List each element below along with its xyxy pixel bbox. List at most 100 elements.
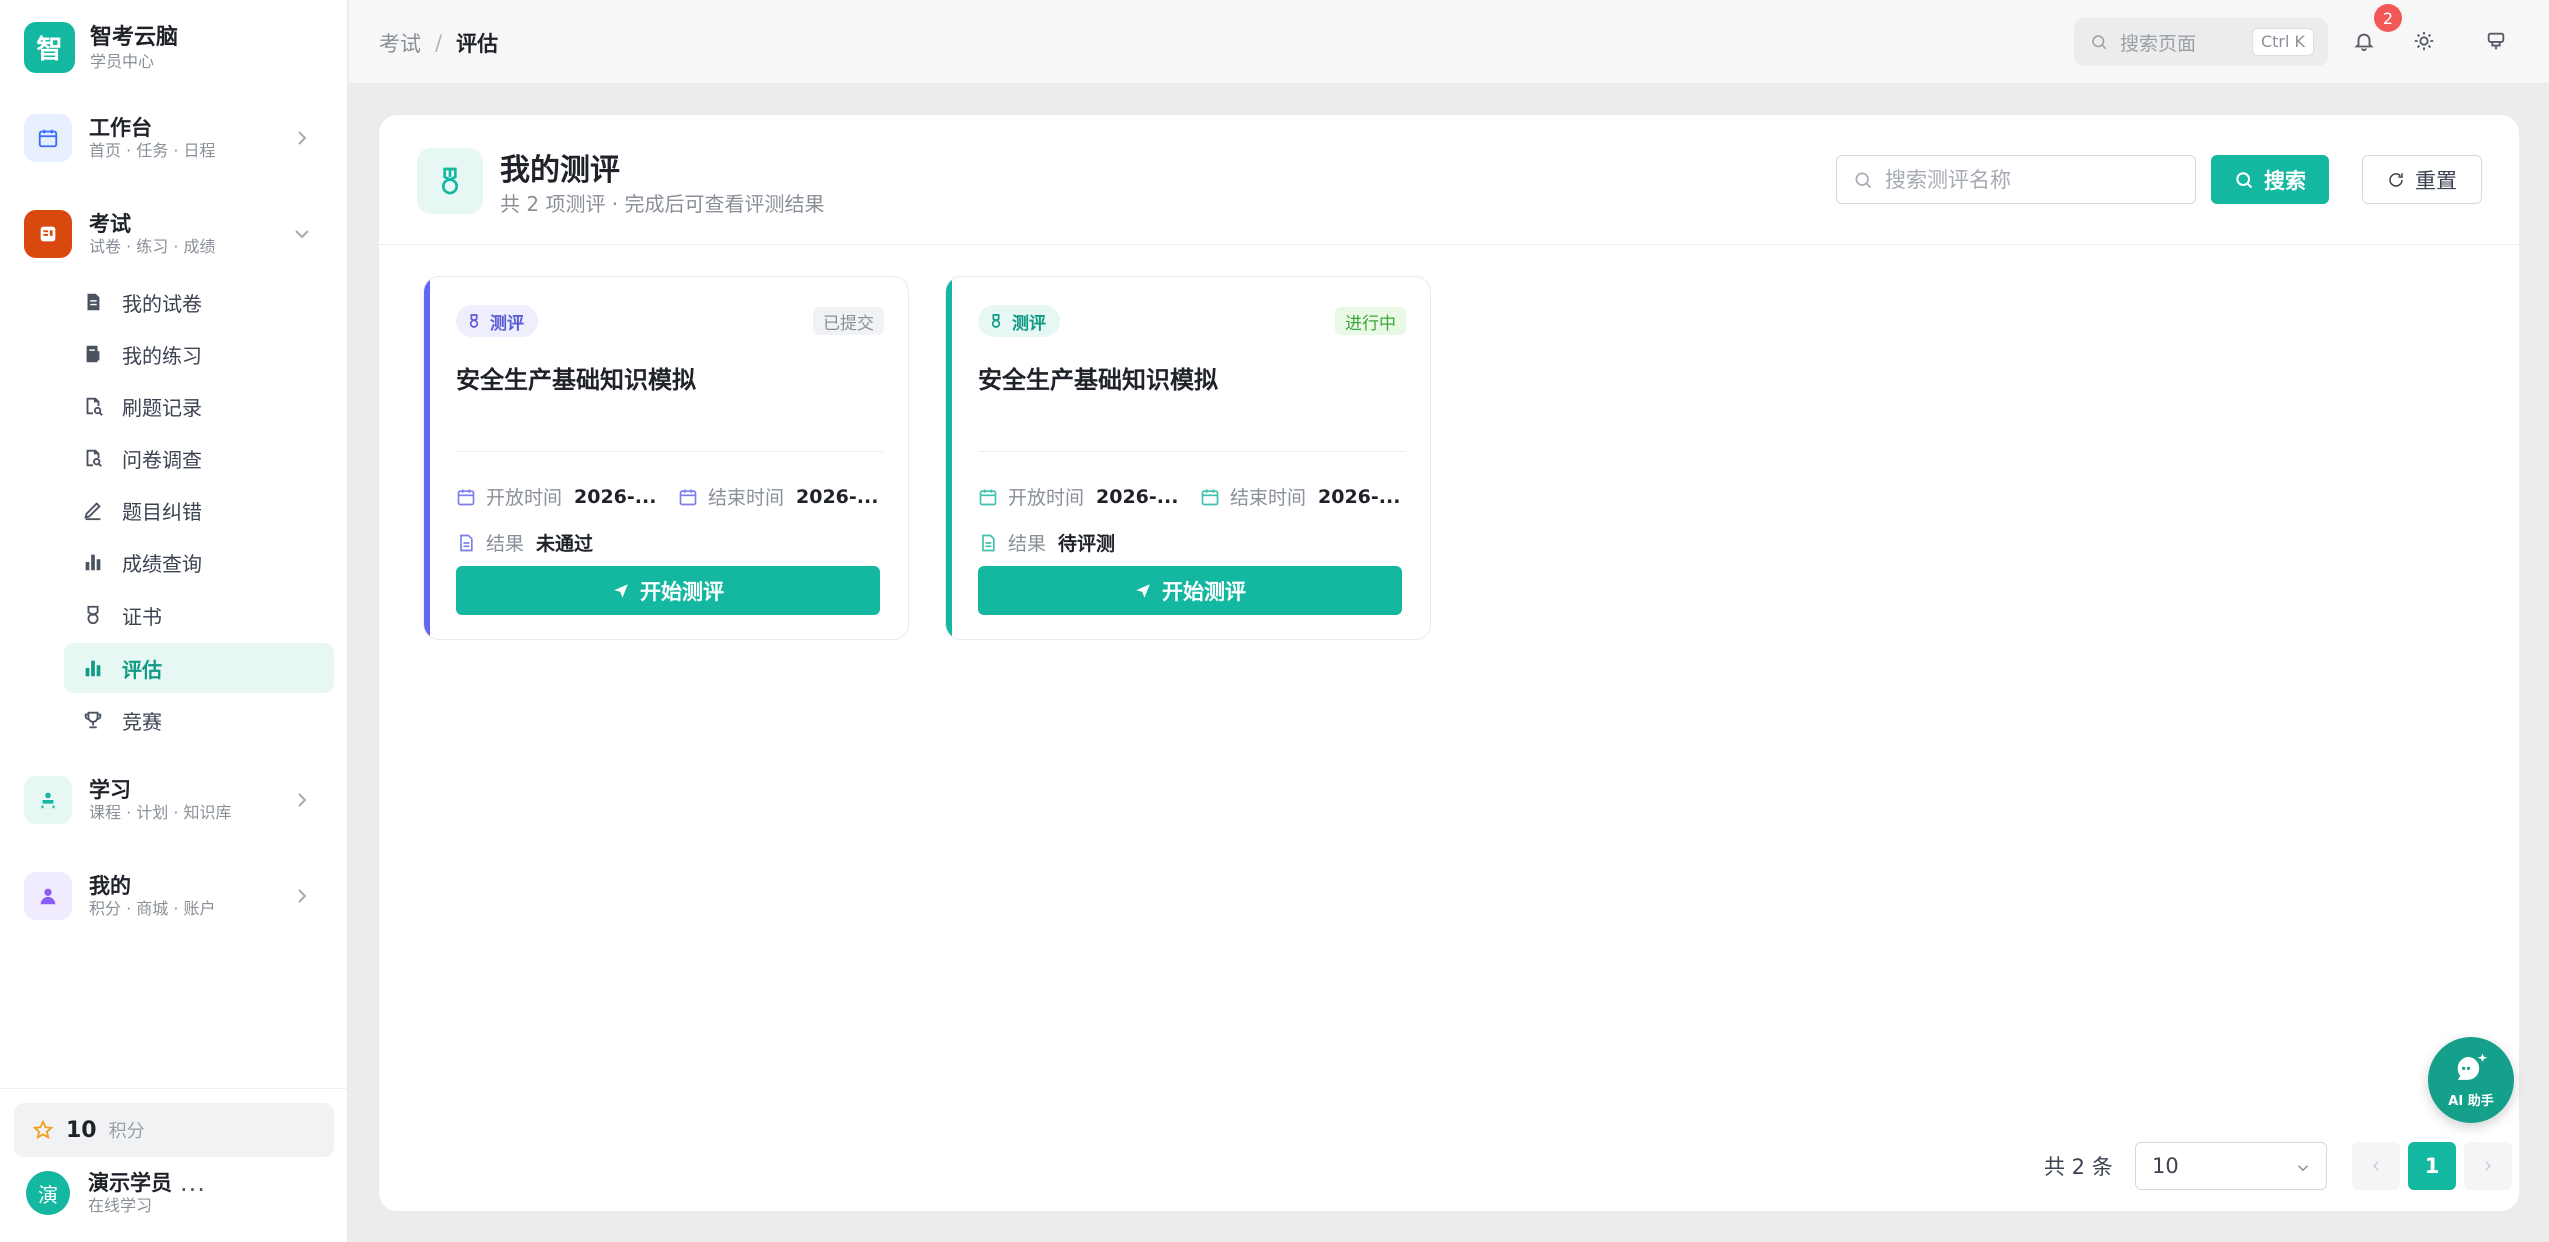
assessment-card[interactable]: 测评 已提交 安全生产基础知识模拟 开放时间 2026-... 结束时间 202… (423, 276, 909, 640)
page-size-value: 10 (2152, 1154, 2179, 1178)
open-time-value: 2026-... (574, 485, 657, 508)
prev-page-button[interactable] (2352, 1142, 2400, 1190)
bar-chart-icon (85, 554, 101, 571)
paper-icon (87, 293, 100, 311)
nav-title-mine: 我的 (89, 874, 131, 898)
card-tag: 测评 (456, 305, 538, 337)
result-value: 未通过 (536, 533, 594, 555)
survey-icon (86, 449, 102, 467)
nav-group-workbench[interactable]: 工作台 首页 · 任务 · 日程 (24, 108, 324, 168)
avatar: 演 (26, 1171, 70, 1215)
sidebar-item-label: 我的练习 (122, 343, 202, 368)
open-time: 开放时间 2026-... (456, 483, 656, 510)
bar-chart-icon (85, 660, 101, 677)
nav-subtitle-study: 课程 · 计划 · 知识库 (89, 803, 232, 822)
end-time: 结束时间 2026-... (678, 483, 878, 510)
start-assessment-button[interactable]: 开始测评 (978, 566, 1402, 615)
user-profile[interactable]: 演 演示学员 在线学习 ··· (26, 1170, 326, 1216)
topbar: 考试 / 评估 搜索页面 Ctrl K 2 (349, 0, 2549, 84)
sidebar-item-my-papers[interactable]: 我的试卷 (64, 277, 334, 327)
points-panel[interactable]: 10 积分 (14, 1103, 334, 1157)
more-icon[interactable]: ··· (180, 1176, 206, 1204)
nav-subtitle-exam: 试卷 · 练习 · 成绩 (89, 237, 216, 256)
user-status: 在线学习 (88, 1196, 153, 1215)
open-time: 开放时间 2026-... (978, 483, 1178, 510)
page-search-input[interactable]: 搜索页面 Ctrl K (2074, 18, 2328, 66)
practice-icon (86, 345, 100, 363)
bell-icon[interactable] (2349, 26, 2379, 56)
sidebar-divider (0, 1088, 348, 1089)
search-button[interactable]: 搜索 (2211, 155, 2329, 204)
page-size-select[interactable]: 10 (2135, 1142, 2327, 1190)
breadcrumb-item-exam[interactable]: 考试 (379, 28, 421, 58)
result: 结果 待评测 (978, 529, 1115, 556)
ai-assistant-button[interactable]: AI 助手 (2428, 1037, 2514, 1123)
points-label: 积分 (108, 1121, 145, 1142)
result-label: 结果 (486, 533, 525, 555)
start-assessment-label: 开始测评 (640, 579, 724, 604)
calendar-icon (1201, 489, 1219, 505)
record-icon (86, 397, 103, 416)
chevron-down-icon (2297, 1165, 2309, 1172)
shortcut-hint: Ctrl K (2251, 28, 2314, 56)
result-label: 结果 (1008, 533, 1047, 555)
next-page-button[interactable] (2464, 1142, 2512, 1190)
brand-subtitle: 学员中心 (90, 51, 155, 71)
sidebar-item-certificate[interactable]: 证书 (64, 590, 334, 640)
header-divider (379, 244, 2519, 245)
theme-palette-icon[interactable] (2481, 26, 2511, 56)
start-assessment-button[interactable]: 开始测评 (456, 566, 880, 615)
star-icon (32, 1119, 54, 1140)
sidebar-item-my-practice[interactable]: 我的练习 (64, 329, 334, 379)
brand-logo: 智 (24, 22, 75, 73)
nav-group-exam[interactable]: 考试 试卷 · 练习 · 成绩 (24, 204, 324, 264)
brand[interactable]: 智 智考云脑 学员中心 (24, 22, 178, 73)
sidebar: 智 智考云脑 学员中心 工作台 首页 · 任务 · 日程 考试 试卷 · 练习 … (0, 0, 348, 1242)
nav-subtitle-mine: 积分 · 商城 · 账户 (89, 899, 216, 918)
sun-icon[interactable] (2409, 26, 2439, 56)
calendar-icon (24, 114, 72, 162)
card-title: 安全生产基础知识模拟 (456, 366, 696, 394)
nav-title-exam: 考试 (89, 212, 131, 236)
page-search-placeholder: 搜索页面 (2120, 32, 2197, 55)
nav-group-study[interactable]: 学习 课程 · 计划 · 知识库 (24, 770, 324, 830)
sidebar-item-survey[interactable]: 问卷调查 (64, 433, 334, 483)
sidebar-item-label: 刷题记录 (122, 395, 202, 420)
card-accent (424, 277, 430, 639)
user-icon (24, 872, 72, 920)
open-time-label: 开放时间 (486, 487, 563, 509)
open-time-value: 2026-... (1096, 485, 1179, 508)
card-accent (946, 277, 952, 639)
sidebar-item-assessment[interactable]: 评估 (64, 643, 334, 693)
page-title: 我的测评 (500, 153, 620, 188)
page-button-current[interactable]: 1 (2408, 1142, 2456, 1190)
card-tag: 测评 (978, 305, 1060, 337)
assessment-card[interactable]: 测评 进行中 安全生产基础知识模拟 开放时间 2026-... 结束时间 202… (945, 276, 1431, 640)
assessment-search-input[interactable] (1885, 167, 2175, 192)
chat-sparkle-icon (2457, 1053, 2488, 1080)
chevron-down-icon (295, 230, 309, 239)
sidebar-item-competition[interactable]: 竞赛 (64, 695, 334, 745)
medal-icon (417, 148, 483, 214)
sidebar-item-question-correction[interactable]: 题目纠错 (64, 485, 334, 535)
user-name: 演示学员 (88, 1171, 172, 1195)
edit-icon (84, 502, 101, 521)
send-icon (1136, 583, 1150, 598)
start-assessment-label: 开始测评 (1162, 579, 1246, 604)
document-icon (460, 534, 473, 551)
points-value: 10 (66, 1117, 97, 1143)
study-icon (24, 776, 72, 824)
brand-title: 智考云脑 (90, 24, 179, 50)
nav-group-mine[interactable]: 我的 积分 · 商城 · 账户 (24, 866, 324, 926)
reset-button[interactable]: 重置 (2362, 155, 2482, 204)
assessment-search-field[interactable] (1836, 155, 2196, 204)
sidebar-item-practice-records[interactable]: 刷题记录 (64, 381, 334, 431)
end-time: 结束时间 2026-... (1200, 483, 1400, 510)
medal-icon (469, 314, 479, 328)
search-icon (2092, 35, 2107, 50)
sidebar-item-score-query[interactable]: 成绩查询 (64, 537, 334, 587)
chevron-right-icon (298, 793, 307, 807)
breadcrumb-separator: / (435, 31, 443, 55)
card-divider (456, 451, 884, 452)
main-panel: 我的测评 共 2 项测评 · 完成后可查看评测结果 搜索 重置 测评 已提交 安… (379, 115, 2519, 1211)
